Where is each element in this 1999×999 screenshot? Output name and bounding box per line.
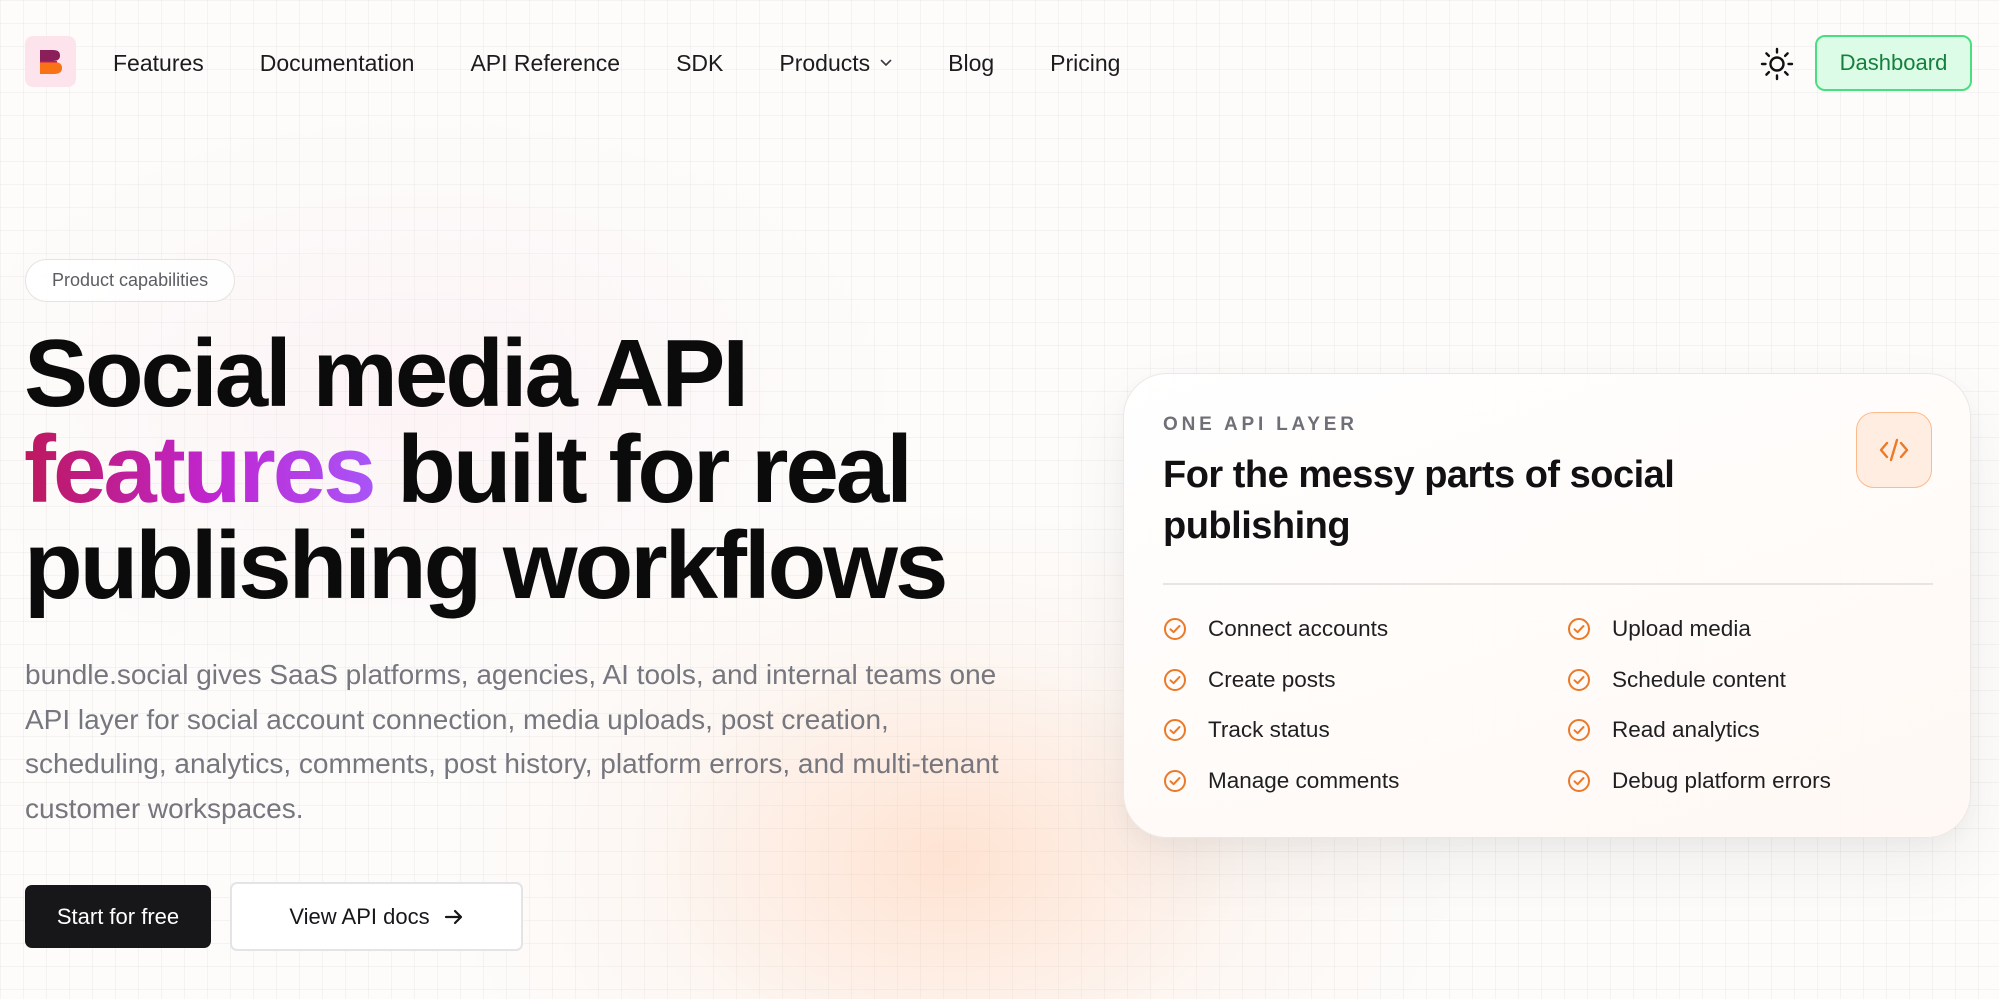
feature-label: Read analytics bbox=[1612, 717, 1760, 742]
logo-icon bbox=[39, 49, 62, 74]
hero-description: bundle.social gives SaaS platforms, agen… bbox=[25, 659, 999, 824]
feature-item: Upload media bbox=[1567, 616, 1751, 642]
feature-label: Schedule content bbox=[1612, 667, 1786, 692]
chevron-down-icon bbox=[880, 59, 892, 67]
nav-links: Features Documentation API Reference SDK… bbox=[113, 48, 1120, 78]
nav-link-pricing[interactable]: Pricing bbox=[1050, 48, 1120, 78]
nav-link-products[interactable]: Products bbox=[779, 48, 892, 78]
check-circle-icon bbox=[1163, 769, 1187, 793]
nav-link-features[interactable]: Features bbox=[113, 48, 204, 78]
feature-item: Create posts bbox=[1163, 667, 1336, 693]
headline-line-1: Social media API bbox=[24, 320, 749, 427]
api-layer-card: ONE API LAYER For the messy parts of soc… bbox=[1123, 373, 1971, 838]
nav-link-documentation[interactable]: Documentation bbox=[260, 48, 415, 78]
dashboard-button[interactable]: Dashboard bbox=[1815, 35, 1972, 91]
headline-line-3: publishing workflows bbox=[24, 512, 948, 619]
check-circle-icon bbox=[1567, 617, 1591, 641]
headline-highlight: features bbox=[24, 416, 376, 523]
view-api-docs-label: View API docs bbox=[289, 903, 430, 929]
feature-label: Create posts bbox=[1208, 667, 1336, 692]
check-circle-icon bbox=[1567, 668, 1591, 692]
start-for-free-button[interactable]: Start for free bbox=[25, 885, 211, 948]
hero-headline: Social media API features built for real… bbox=[24, 326, 1084, 614]
feature-item: Read analytics bbox=[1567, 717, 1760, 743]
code-icon bbox=[1879, 438, 1909, 462]
feature-item: Connect accounts bbox=[1163, 616, 1388, 642]
feature-label: Connect accounts bbox=[1208, 616, 1389, 641]
feature-label: Manage comments bbox=[1208, 768, 1400, 793]
nav-link-sdk[interactable]: SDK bbox=[676, 48, 723, 78]
sun-icon bbox=[1760, 47, 1794, 81]
arrow-right-icon bbox=[444, 908, 464, 926]
nav-link-products-label: Products bbox=[779, 50, 871, 76]
feature-item: Track status bbox=[1163, 717, 1330, 743]
card-title: For the messy parts of social publishing bbox=[1163, 454, 1675, 547]
check-circle-icon bbox=[1567, 769, 1591, 793]
feature-label: Upload media bbox=[1612, 616, 1751, 641]
top-nav: Features Documentation API Reference SDK… bbox=[0, 0, 1999, 126]
card-divider bbox=[1163, 583, 1933, 585]
nav-link-api-reference[interactable]: API Reference bbox=[470, 48, 620, 78]
logo[interactable] bbox=[25, 36, 76, 87]
feature-item: Manage comments bbox=[1163, 768, 1399, 794]
card-eyebrow: ONE API LAYER bbox=[1163, 414, 1358, 435]
check-circle-icon bbox=[1567, 718, 1591, 742]
headline-line-2: built for real bbox=[397, 416, 913, 523]
feature-label: Track status bbox=[1208, 717, 1330, 742]
section-pill: Product capabilities bbox=[25, 259, 236, 302]
code-icon-badge bbox=[1856, 412, 1932, 488]
check-circle-icon bbox=[1163, 617, 1187, 641]
theme-toggle-button[interactable] bbox=[1758, 45, 1796, 83]
check-circle-icon bbox=[1163, 668, 1187, 692]
nav-link-blog[interactable]: Blog bbox=[948, 48, 994, 78]
view-api-docs-button[interactable]: View API docs bbox=[230, 882, 523, 951]
feature-item: Schedule content bbox=[1567, 667, 1786, 693]
check-circle-icon bbox=[1163, 718, 1187, 742]
feature-label: Debug platform errors bbox=[1612, 768, 1831, 793]
feature-item: Debug platform errors bbox=[1567, 768, 1831, 794]
